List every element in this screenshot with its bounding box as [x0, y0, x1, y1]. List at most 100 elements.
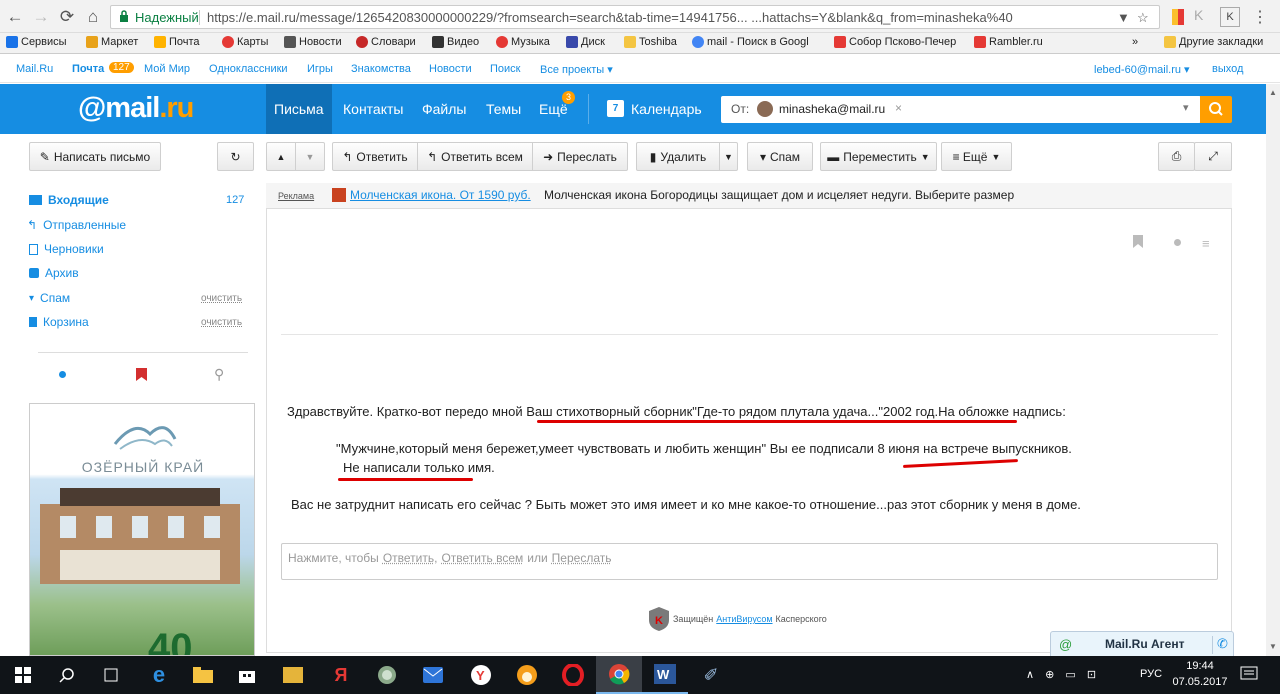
print-button[interactable]: ⎙: [1158, 142, 1195, 171]
more-button[interactable]: ≡ Ещё ▼: [941, 142, 1012, 171]
ad-banner[interactable]: ОЗЁРНЫЙ КРАЙ 40: [29, 403, 255, 656]
ad-link[interactable]: Молченская икона. От 1590 руб.: [350, 188, 531, 202]
yandex-app-icon[interactable]: Y: [458, 656, 504, 694]
forward-arrow-icon[interactable]: →: [30, 6, 52, 28]
folder-trash[interactable]: Корзина очистить: [29, 315, 248, 329]
folder-sent[interactable]: ↰ Отправленные: [27, 218, 248, 232]
portal-link-news[interactable]: Новости: [429, 63, 472, 75]
bookmark-item[interactable]: Диск: [566, 36, 605, 48]
bookmark-item[interactable]: Музыка: [496, 36, 550, 48]
reply-all-button[interactable]: ↰ Ответить всем: [417, 142, 533, 171]
clock-time[interactable]: 19:44: [1172, 660, 1228, 672]
refresh-button[interactable]: ↻: [217, 142, 254, 171]
bookmark-item[interactable]: Карты: [222, 36, 268, 48]
address-bar[interactable]: Надежный https://e.mail.ru/message/12654…: [110, 5, 1160, 29]
search-input[interactable]: От: minasheka@mail.ru × ▾: [721, 96, 1201, 123]
explorer-icon[interactable]: [180, 656, 226, 694]
reply-button[interactable]: ↰ Ответить: [332, 142, 418, 171]
other-bookmarks[interactable]: Другие закладки: [1164, 36, 1263, 48]
forward-button[interactable]: ➜ Переслать: [532, 142, 628, 171]
mailru-logo[interactable]: @mail.ru: [78, 92, 194, 125]
extension-box-icon[interactable]: K: [1220, 7, 1240, 27]
extension-k-icon[interactable]: K: [1194, 7, 1214, 27]
portal-link-games[interactable]: Игры: [307, 63, 333, 75]
bookmark-item[interactable]: Сервисы: [6, 36, 67, 48]
logout-link[interactable]: выход: [1212, 63, 1243, 75]
page-scrollbar[interactable]: ▲ ▼: [1266, 84, 1280, 656]
next-message-button[interactable]: ▼: [295, 142, 325, 171]
portal-link-ok[interactable]: Одноклассники: [209, 63, 288, 75]
ad-row[interactable]: Реклама Молченская икона. От 1590 руб. М…: [266, 183, 1232, 209]
search-dropdown-icon[interactable]: ▾: [1183, 101, 1189, 114]
menu-lines-icon[interactable]: ≡: [1202, 236, 1210, 251]
windows-start-icon[interactable]: [0, 656, 46, 694]
opera-icon[interactable]: [550, 656, 596, 694]
compose-button[interactable]: ✎ Написать письмо: [29, 142, 161, 171]
chrome-icon[interactable]: [596, 656, 642, 694]
bookmark-icon[interactable]: [1133, 235, 1143, 251]
spam-button[interactable]: ▾ Спам: [747, 142, 813, 171]
portal-link-all-projects[interactable]: Все проекты ▾: [540, 63, 613, 76]
fox-app-icon[interactable]: [504, 656, 550, 694]
bookmark-star-icon[interactable]: ☆: [1137, 10, 1149, 26]
quick-reply-box[interactable]: Нажмите, чтобы Ответить, Ответить всем и…: [281, 543, 1218, 580]
mailru-agent[interactable]: @ Mail.Ru Агент ✆: [1050, 631, 1234, 657]
bookmark-item[interactable]: Словари: [356, 36, 416, 48]
kaspersky-link[interactable]: АнтиВирусом: [716, 614, 772, 624]
nav-themes[interactable]: Темы: [478, 84, 529, 134]
task-view-icon[interactable]: [88, 656, 134, 694]
phone-icon[interactable]: ✆: [1217, 636, 1228, 652]
url-text[interactable]: https://e.mail.ru/message/12654208300000…: [207, 10, 1107, 25]
system-tray-icons[interactable]: ∧ ⊕ ▭ ⊡: [1026, 668, 1100, 681]
settings-app-icon[interactable]: [364, 656, 410, 694]
notifications-icon[interactable]: [1240, 666, 1258, 685]
menu-dots-icon[interactable]: ⋮: [1250, 7, 1270, 27]
quick-reply-all-link[interactable]: Ответить всем: [441, 551, 523, 565]
folder-drafts[interactable]: Черновики: [29, 242, 248, 256]
folder-spam[interactable]: ▾ Спам очистить: [29, 291, 248, 305]
attachment-filter-icon[interactable]: ⚲: [214, 366, 224, 383]
bookmark-item[interactable]: Новости: [284, 36, 342, 48]
folder-inbox[interactable]: Входящие 127: [29, 193, 248, 207]
quick-forward-link[interactable]: Переслать: [552, 551, 612, 565]
nav-files[interactable]: Файлы: [414, 84, 474, 134]
filter-icon[interactable]: ▼: [1117, 10, 1130, 25]
edge-icon[interactable]: e: [136, 656, 182, 694]
bookmark-item[interactable]: Собор Псково-Печер: [834, 36, 956, 48]
quick-reply-link[interactable]: Ответить: [383, 551, 434, 565]
language-indicator[interactable]: РУС: [1140, 668, 1162, 680]
portal-link-dating[interactable]: Знакомства: [351, 63, 411, 75]
user-email[interactable]: lebed-60@mail.ru ▾: [1094, 63, 1190, 76]
store-icon[interactable]: [224, 656, 270, 694]
nav-letters[interactable]: Письма: [266, 84, 332, 134]
scroll-up-icon[interactable]: ▲: [1269, 88, 1277, 97]
portal-link-mymir[interactable]: Мой Мир: [144, 63, 190, 75]
bookmark-item[interactable]: Toshiba: [624, 36, 677, 48]
search-taskbar-icon[interactable]: [44, 656, 90, 694]
scroll-down-icon[interactable]: ▼: [1269, 642, 1277, 651]
nav-contacts[interactable]: Контакты: [335, 84, 411, 134]
folder-archive[interactable]: Архив: [29, 266, 248, 280]
chip-close-icon[interactable]: ×: [895, 101, 902, 115]
portal-link-mail[interactable]: Почта: [72, 63, 104, 75]
unread-filter-icon[interactable]: [59, 371, 66, 378]
clear-trash-link[interactable]: очистить: [201, 317, 242, 328]
bookmark-item[interactable]: Rambler.ru: [974, 36, 1043, 48]
bookmark-item[interactable]: Видео: [432, 36, 479, 48]
extension-bookmark-icon[interactable]: [1168, 7, 1188, 27]
delete-dropdown[interactable]: ▼: [719, 142, 738, 171]
photos-icon[interactable]: [270, 656, 316, 694]
delete-button[interactable]: ▮ Удалить: [636, 142, 720, 171]
unread-dot-icon[interactable]: [1174, 239, 1181, 246]
more-bookmarks-button[interactable]: »: [1132, 36, 1138, 48]
prev-message-button[interactable]: ▲: [266, 142, 296, 171]
nav-calendar[interactable]: Календарь: [623, 84, 710, 134]
clock-date[interactable]: 07.05.2017: [1172, 676, 1228, 688]
mail-app-icon[interactable]: [410, 656, 456, 694]
move-button[interactable]: ▬ Переместить ▼: [820, 142, 937, 171]
reload-icon[interactable]: ⟳: [56, 6, 78, 28]
bookmark-item[interactable]: mail - Поиск в Googl: [692, 36, 809, 48]
portal-link-search[interactable]: Поиск: [490, 63, 520, 75]
flag-filter-icon[interactable]: [136, 368, 147, 384]
fullscreen-button[interactable]: ⤢: [1194, 142, 1232, 171]
